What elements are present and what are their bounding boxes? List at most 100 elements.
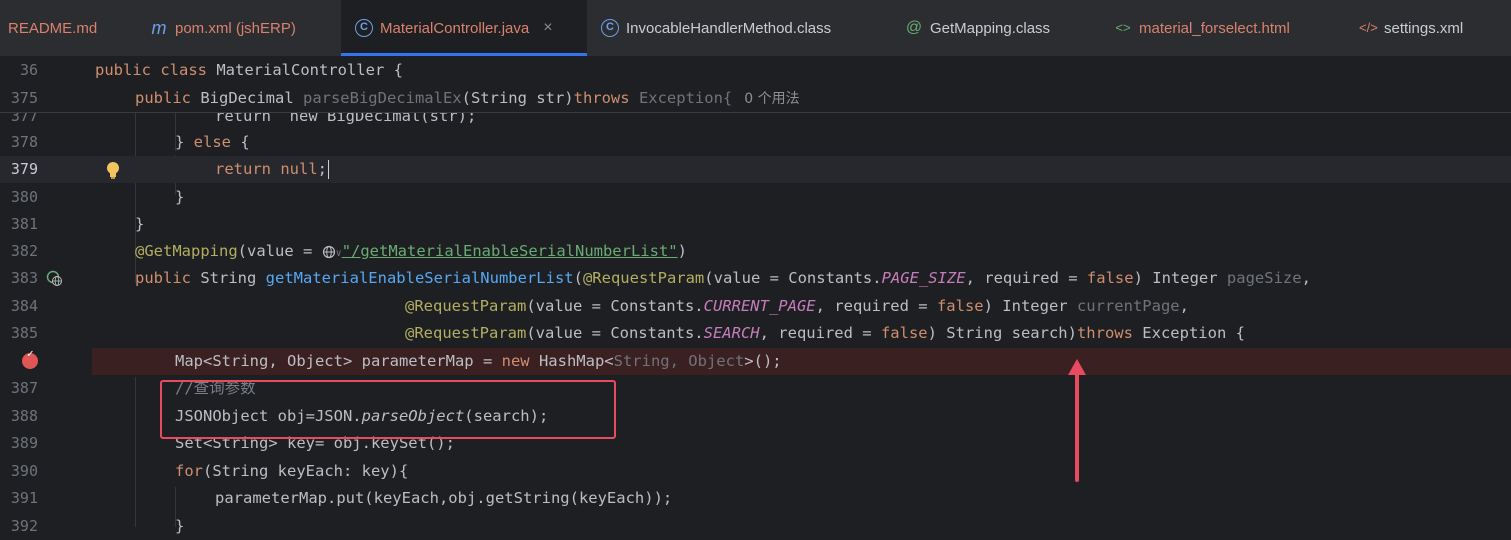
code-line: 384 @RequestParam(value = Constants.CURR… (0, 293, 1511, 320)
line-number: 382 (10, 242, 38, 260)
close-icon[interactable]: × (543, 19, 552, 37)
code-line: 380 } (0, 184, 1511, 211)
breakpoint-icon[interactable] (22, 347, 38, 369)
line-number: 379 (10, 160, 38, 178)
constant: SEARCH (703, 324, 760, 342)
code-line: 391 parameterMap.put(keyEach,obj.getStri… (0, 485, 1511, 512)
keyword: false (1086, 269, 1134, 287)
code-text: String (200, 269, 266, 287)
code-text-dim: String, Object (613, 352, 745, 370)
code-text: { (231, 133, 250, 151)
unused-param: pageSize (1226, 269, 1302, 287)
code-text: } (135, 215, 145, 233)
keyword: throws (573, 89, 630, 107)
line-number: 391 (10, 489, 38, 507)
tab-label: README.md (8, 19, 98, 37)
class-icon: C (355, 19, 373, 37)
method-name: getMaterialEnableSerialNumberList (265, 269, 574, 287)
endpoint-globe-icon[interactable] (46, 270, 62, 286)
line-number: 383 (10, 269, 38, 287)
code-line-current: 379 return null; (0, 156, 1511, 183)
tab-label: InvocableHandlerMethod.class (626, 19, 832, 37)
code-text: , (1301, 269, 1311, 287)
keyword: public (135, 89, 201, 107)
html-icon: <> (1115, 20, 1131, 35)
class-icon: C (601, 19, 619, 37)
code-text: (value = Constants. (526, 324, 704, 342)
code-text: (value = (237, 242, 322, 260)
annotation: @RequestParam (405, 324, 527, 342)
code-text: , required = (759, 324, 881, 342)
constant: CURRENT_PAGE (703, 297, 816, 315)
line-number: 381 (10, 215, 38, 233)
code-line: 390 for(String keyEach: key){ (0, 458, 1511, 485)
editor-tab-bar: README.md m pom.xml (jshERP) C MaterialC… (0, 0, 1511, 57)
code-text: , required = (815, 297, 937, 315)
keyword: throws (1076, 324, 1133, 342)
code-text: Exception { (1132, 324, 1245, 342)
tab-get-mapping[interactable]: @ GetMapping.class (905, 0, 1050, 56)
annotation: @RequestParam (405, 297, 527, 315)
code-text: BigDecimal (200, 89, 303, 107)
constant: PAGE_SIZE (881, 269, 966, 287)
annotation-icon: @ (905, 19, 923, 36)
tab-label: GetMapping.class (930, 19, 1051, 37)
tab-label: material_forselect.html (1139, 19, 1290, 37)
tab-pom-xml[interactable]: m pom.xml (jshERP) (150, 0, 296, 56)
code-text: ( (573, 269, 583, 287)
code-text: ) Integer (1133, 269, 1227, 287)
code-text: } (175, 188, 185, 206)
line-number: 385 (10, 324, 38, 342)
line-number: 375 (10, 89, 38, 107)
keyword: false (880, 324, 928, 342)
keyword: public (135, 269, 201, 287)
lightbulb-icon[interactable] (104, 160, 122, 180)
keyword: for (175, 462, 203, 480)
sticky-divider (0, 112, 1511, 113)
text-caret (328, 160, 329, 179)
line-number: 390 (10, 462, 38, 480)
keyword: else (193, 133, 231, 151)
annotation: @RequestParam (582, 269, 705, 287)
tab-label: settings.xml (1384, 19, 1464, 37)
code-text: >(); (744, 352, 782, 370)
usages-hint[interactable]: 0 个用法 (744, 91, 799, 107)
line-number: 384 (10, 297, 38, 315)
annotation: @GetMapping (135, 242, 238, 260)
code-text: (value = Constants. (526, 297, 704, 315)
arrow-up-icon (1068, 359, 1086, 482)
maven-icon: m (151, 18, 167, 38)
code-text: } (175, 133, 194, 151)
unused-param: currentPage (1076, 297, 1180, 315)
sticky-line-method[interactable]: 375 public BigDecimal parseBigDecimalEx(… (0, 85, 1511, 112)
line-number: 380 (10, 188, 38, 206)
code-line: 381 } (0, 211, 1511, 238)
xml-icon: </> (1359, 20, 1378, 35)
sticky-line-class[interactable]: 36 public class MaterialController { (0, 57, 1511, 84)
code-line: 383 public String getMaterialEnableSeria… (0, 265, 1511, 292)
keyword: new (501, 352, 530, 370)
code-line: 378 } else { (0, 129, 1511, 156)
tab-readme[interactable]: README.md (8, 0, 97, 56)
code-text: Map<String, Object> parameterMap = (175, 352, 502, 370)
code-text: ) String search) (927, 324, 1077, 342)
globe-icon[interactable] (322, 245, 336, 259)
tab-settings-xml[interactable]: </> settings.xml (1359, 0, 1463, 56)
code-line: 385 @RequestParam(value = Constants.SEAR… (0, 320, 1511, 347)
code-text: (String str) (461, 89, 574, 107)
code-text: ; (317, 160, 327, 178)
line-number: 389 (10, 434, 38, 452)
string-literal[interactable]: "/getMaterialEnableSerialNumberList" (342, 242, 678, 260)
tab-label: pom.xml (jshERP) (175, 19, 296, 37)
highlight-box (160, 380, 616, 439)
tab-material-controller[interactable]: C MaterialController.java × (341, 0, 587, 56)
code-editor[interactable]: 377 return new BigDecimal(str); 378 } el… (0, 57, 1511, 535)
line-number: 36 (19, 61, 38, 79)
method-name: parseBigDecimalEx (302, 89, 462, 107)
tab-material-forselect-html[interactable]: <> material_forselect.html (1114, 0, 1290, 56)
code-text: (value = Constants. (704, 269, 882, 287)
code-text: , (1179, 297, 1189, 315)
code-text: ) Integer (983, 297, 1077, 315)
code-text: , required = (965, 269, 1087, 287)
tab-invocable-handler-method[interactable]: C InvocableHandlerMethod.class (601, 0, 831, 56)
